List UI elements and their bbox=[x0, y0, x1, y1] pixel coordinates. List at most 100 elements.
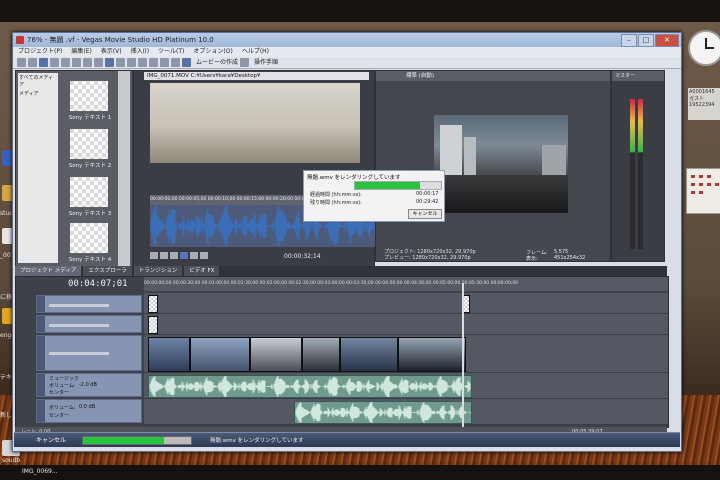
trimmer-path: IMG_0071.MOV C:¥Users¥kara¥Desktop¥ bbox=[144, 72, 369, 80]
guide-icon[interactable] bbox=[240, 58, 250, 67]
audio-clip[interactable] bbox=[148, 375, 472, 398]
tab-project-media[interactable]: プロジェクト メディア bbox=[15, 266, 82, 276]
render-progress-fill bbox=[355, 182, 420, 189]
track-lane-video-3[interactable] bbox=[144, 335, 668, 373]
track-lane-audio-2[interactable] bbox=[144, 399, 668, 425]
taskbar-progress-fill bbox=[83, 437, 164, 444]
minimize-button[interactable]: – bbox=[621, 34, 637, 47]
media-thumb[interactable] bbox=[70, 81, 108, 111]
preview-video-frame bbox=[434, 115, 568, 213]
track-header-video-1[interactable] bbox=[36, 295, 142, 313]
mark-in-icon[interactable] bbox=[190, 252, 198, 259]
menu-edit[interactable]: 編集(E) bbox=[71, 47, 91, 57]
make-movie-icon[interactable] bbox=[182, 58, 191, 67]
track-level-slider[interactable] bbox=[49, 324, 109, 327]
trimmer-panel: IMG_0071.MOV C:¥Users¥kara¥Desktop¥ 00:0… bbox=[133, 70, 376, 268]
save-icon[interactable] bbox=[39, 58, 48, 67]
taskbar-cancel-button[interactable]: キャンセル bbox=[36, 435, 66, 444]
video-clip[interactable] bbox=[148, 337, 190, 372]
menu-view[interactable]: 表示(V) bbox=[101, 47, 122, 57]
play-icon[interactable] bbox=[160, 252, 168, 259]
road-shape bbox=[434, 175, 568, 213]
preview-display-value: 451x254x32 bbox=[554, 255, 586, 261]
menu-bar: プロジェクト(P) 編集(E) 表示(V) 挿入(I) ツール(T) オプション… bbox=[13, 47, 681, 57]
ignore-grouping-icon[interactable] bbox=[171, 58, 180, 67]
paste-icon[interactable] bbox=[72, 58, 81, 67]
track-header-audio-music[interactable]: ミュージック ボリューム: -2.0 dB センター bbox=[36, 373, 142, 397]
calendar-gadget[interactable] bbox=[686, 168, 720, 214]
track-level-slider[interactable] bbox=[49, 352, 109, 355]
building-shape bbox=[542, 145, 566, 175]
render-cancel-button[interactable]: キャンセル bbox=[408, 209, 442, 219]
title-bar[interactable]: 76% - 無題 .vf - Vegas Movie Studio HD Pla… bbox=[13, 33, 681, 47]
elapsed-value: 00:00:17 bbox=[416, 191, 439, 197]
new-icon[interactable] bbox=[17, 58, 26, 67]
tree-item-media[interactable]: メディア bbox=[18, 89, 58, 98]
mark-out-icon[interactable] bbox=[200, 252, 208, 259]
media-thumb[interactable] bbox=[70, 177, 108, 207]
stop-icon[interactable] bbox=[170, 252, 178, 259]
track-lane-audio-music[interactable] bbox=[144, 373, 668, 399]
video-clip[interactable] bbox=[398, 337, 466, 372]
menu-options[interactable]: オプション(O) bbox=[193, 47, 232, 57]
track-level-slider[interactable] bbox=[49, 304, 109, 307]
video-clip[interactable] bbox=[250, 337, 302, 372]
copy-icon[interactable] bbox=[61, 58, 70, 67]
track-name: ミュージック bbox=[49, 376, 79, 382]
video-clip[interactable] bbox=[190, 337, 250, 372]
clock-gadget[interactable] bbox=[688, 30, 720, 66]
redo-icon[interactable] bbox=[94, 58, 103, 67]
clock-minute-hand bbox=[705, 47, 714, 49]
track-lane-video-2[interactable] bbox=[144, 314, 668, 335]
video-clip[interactable] bbox=[340, 337, 398, 372]
tab-transitions[interactable]: トランジション bbox=[133, 266, 183, 276]
media-thumb[interactable] bbox=[70, 129, 108, 159]
timeline-timecode: 00:04:07;01 bbox=[68, 279, 128, 289]
text-clip[interactable] bbox=[148, 295, 158, 313]
video-clip[interactable] bbox=[302, 337, 340, 372]
track-lane-video-1[interactable] bbox=[144, 293, 668, 314]
text-clip[interactable] bbox=[148, 316, 158, 334]
close-button[interactable]: ✕ bbox=[655, 34, 679, 47]
menu-help[interactable]: ヘルプ(H) bbox=[242, 47, 269, 57]
snapping-icon[interactable] bbox=[138, 58, 147, 67]
volume-label: ボリューム: bbox=[49, 383, 76, 389]
cut-icon[interactable] bbox=[50, 58, 59, 67]
timeline-ruler[interactable]: 00:00:00;00 00:00:30;00 00:01:00;00 00:0… bbox=[144, 277, 668, 291]
timeline-cursor[interactable] bbox=[462, 283, 464, 438]
master-label: マスター bbox=[612, 71, 664, 81]
vegas-window: 76% - 無題 .vf - Vegas Movie Studio HD Pla… bbox=[12, 32, 682, 452]
loop-icon[interactable] bbox=[150, 252, 158, 259]
master-bus-panel: マスター bbox=[611, 70, 665, 262]
add-to-timeline-icon[interactable] bbox=[180, 252, 188, 259]
track-header-audio-2[interactable]: ボリューム: 0.0 dB センター bbox=[36, 399, 142, 423]
building-shape bbox=[464, 137, 476, 179]
tab-explorer[interactable]: エクスプローラ bbox=[83, 266, 132, 276]
open-icon[interactable] bbox=[28, 58, 37, 67]
tab-video-fx[interactable]: ビデオ FX bbox=[184, 266, 220, 276]
selection-tool-icon[interactable] bbox=[127, 58, 136, 67]
envelope-tool-icon[interactable] bbox=[116, 58, 125, 67]
render-dialog-title: 無題.wmv をレンダリングしています bbox=[307, 175, 401, 181]
menu-project[interactable]: プロジェクト(P) bbox=[18, 47, 62, 57]
lock-envelopes-icon[interactable] bbox=[160, 58, 169, 67]
menu-insert[interactable]: 挿入(I) bbox=[131, 47, 149, 57]
master-meter-right bbox=[638, 99, 643, 249]
maximize-button[interactable]: □ bbox=[638, 34, 654, 47]
menu-tools[interactable]: ツール(T) bbox=[158, 47, 184, 57]
track-header-video-2[interactable] bbox=[36, 315, 142, 333]
undo-icon[interactable] bbox=[83, 58, 92, 67]
track-header-video-3[interactable] bbox=[36, 335, 142, 371]
preview-quality[interactable]: 標準 (自動) bbox=[376, 71, 610, 81]
notes-gadget[interactable]: A0001645 ガスト 19522394 bbox=[688, 88, 720, 120]
media-thumb[interactable] bbox=[70, 223, 108, 253]
guide-button[interactable]: 操作手順 bbox=[254, 58, 278, 67]
make-movie-button[interactable]: ムービーの作成 bbox=[196, 58, 238, 67]
media-scrollbar[interactable] bbox=[118, 71, 130, 267]
pan-value: センター bbox=[49, 390, 70, 396]
elapsed-label: 経過時間 (hh:mm:ss): bbox=[310, 192, 362, 198]
auto-ripple-icon[interactable] bbox=[149, 58, 158, 67]
normal-edit-tool-icon[interactable] bbox=[105, 58, 114, 67]
tree-item-all-media[interactable]: すべてのメディア bbox=[18, 73, 58, 89]
audio-clip[interactable] bbox=[294, 401, 472, 424]
